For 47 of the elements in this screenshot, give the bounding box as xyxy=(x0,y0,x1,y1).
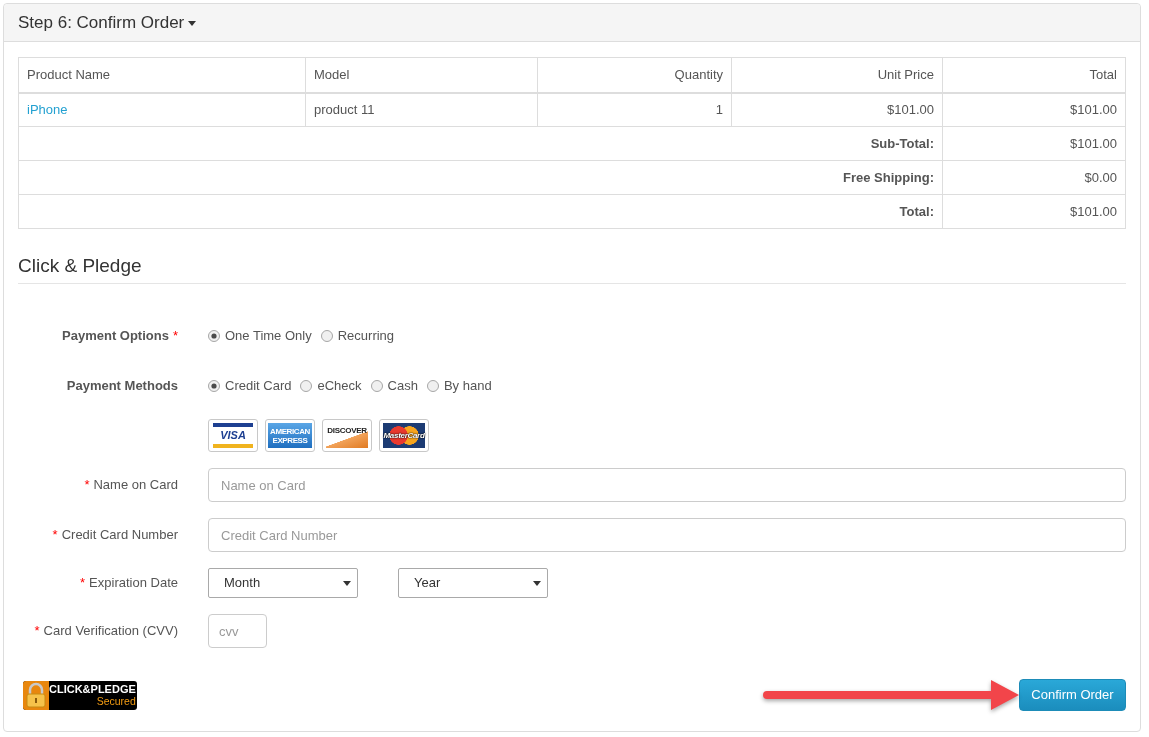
column-header: Quantity xyxy=(537,57,732,93)
column-header: Product Name xyxy=(18,57,306,93)
dropdown[interactable]: Year xyxy=(398,568,548,598)
field-label: Payment Options xyxy=(62,327,169,346)
text-field[interactable]: Name on Card xyxy=(208,468,1126,502)
required-mark: * xyxy=(52,526,58,545)
text-field[interactable]: Credit Card Number xyxy=(208,518,1126,552)
column-header: Total xyxy=(942,57,1126,93)
caret-down-icon xyxy=(188,21,197,26)
table-cell: product 11 xyxy=(305,92,538,127)
radio-option[interactable]: Cash xyxy=(370,376,418,396)
required-mark: * xyxy=(172,327,178,346)
table-cell: $101.00 xyxy=(731,92,943,127)
section-title: Click & Pledge xyxy=(18,253,142,278)
radio-option[interactable]: eCheck xyxy=(300,376,362,396)
table-cell: $101.00 xyxy=(942,92,1126,127)
panel-title[interactable]: Step 6: Confirm Order xyxy=(18,9,185,36)
caret-down-icon xyxy=(533,580,541,586)
radio-option[interactable]: Recurring xyxy=(320,326,395,346)
radio-option[interactable]: One Time Only xyxy=(208,326,312,346)
caret-down-icon xyxy=(343,580,351,586)
required-mark: * xyxy=(84,476,90,495)
required-mark: * xyxy=(34,622,40,641)
field-label: Expiration Date xyxy=(89,574,178,593)
table-cell: 1 xyxy=(537,92,732,127)
table-cell: Total: xyxy=(18,194,943,229)
table-cell: Free Shipping: xyxy=(18,160,943,195)
field-label: Payment Methods xyxy=(66,377,178,396)
dropdown[interactable]: Month xyxy=(208,568,358,598)
field-label: Card Verification (CVV) xyxy=(43,622,178,641)
padlock-icon xyxy=(23,680,49,710)
table-cell: $101.00 xyxy=(942,194,1126,229)
field-label: Name on Card xyxy=(93,476,178,495)
column-header: Unit Price xyxy=(731,57,943,93)
radio-option[interactable]: By hand xyxy=(426,376,492,396)
field-label: Credit Card Number xyxy=(61,526,178,545)
table-cell: $101.00 xyxy=(942,126,1126,161)
column-header: Model xyxy=(305,57,538,93)
card-logo: VISA xyxy=(213,423,253,448)
required-mark: * xyxy=(80,574,86,593)
table-cell: $0.00 xyxy=(942,160,1126,195)
badge-title: CLICK&PLEDGE xyxy=(49,683,136,695)
table-cell: Sub-Total: xyxy=(18,126,943,161)
card-logo: AMERICAN EXPRESS xyxy=(268,423,312,448)
radio-option[interactable]: Credit Card xyxy=(208,376,292,396)
badge-subtitle: Secured xyxy=(96,695,136,707)
cvv-field[interactable]: cvv xyxy=(208,614,267,648)
